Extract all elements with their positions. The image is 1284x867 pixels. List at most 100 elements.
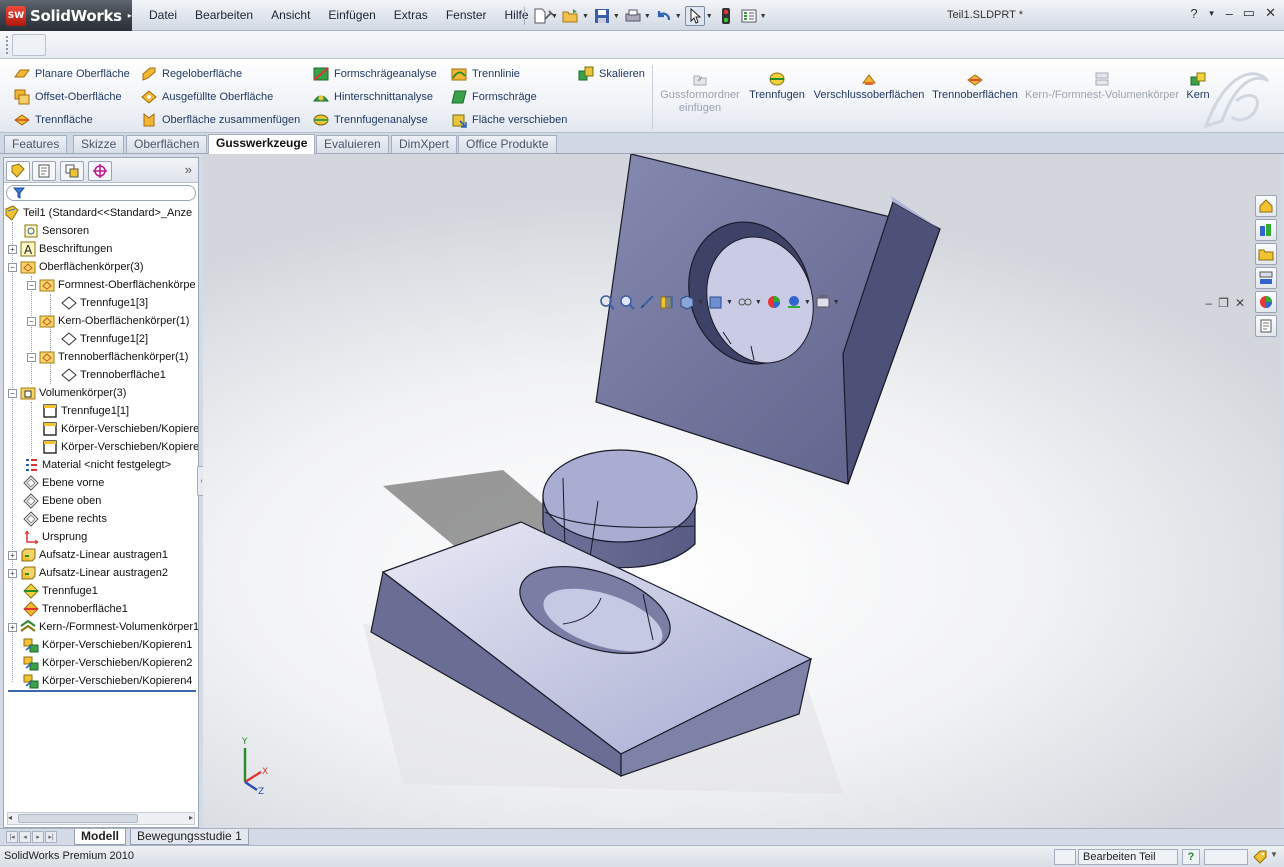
tree-node[interactable]: Trennoberfläche1 [23,600,128,618]
more-tabs-chevron-icon[interactable]: » [185,162,192,177]
rollback-bar[interactable] [8,690,196,692]
planar-surface-button[interactable]: Planare Oberfläche [14,64,130,84]
expand-plus-icon[interactable]: + [8,550,17,560]
previous-view-icon[interactable] [639,294,655,310]
help-icon[interactable]: ? [1190,6,1197,21]
viewport-close-icon[interactable]: ✕ [1235,296,1245,310]
menu-item-bearbeiten[interactable]: Bearbeiten [186,0,262,31]
chevron-down-icon[interactable]: ▼ [1208,9,1216,18]
tab-skizze[interactable]: Skizze [73,135,125,153]
solidworks-logo[interactable]: SW SolidWorks ▸ [0,0,132,31]
menu-item-ansicht[interactable]: Ansicht [262,0,319,31]
display-style-icon[interactable] [708,294,724,310]
chevron-down-icon[interactable]: ▼ [804,299,811,306]
previous-tab-icon[interactable]: ◂ [19,831,31,843]
insert-mold-folder-button[interactable]: Gussformordner einfügen [660,71,740,115]
menu-item-einfuegen[interactable]: Einfügen [319,0,384,31]
design-library-tab[interactable] [1255,219,1277,241]
next-tab-icon[interactable]: ▸ [32,831,44,843]
chevron-down-icon[interactable]: ▼ [697,299,704,306]
first-tab-icon[interactable]: |◂ [6,831,18,843]
split-surface-button[interactable]: Trennfläche [14,110,93,130]
chevron-down-icon[interactable]: ▼ [760,13,767,20]
select-cursor-icon[interactable] [684,6,705,26]
ruled-surface-button[interactable]: Regeloberfläche [141,64,242,84]
view-orientation-icon[interactable] [679,294,695,310]
tree-filter[interactable] [6,185,196,201]
tab-office-produkte[interactable]: Office Produkte [458,135,557,153]
collapse-minus-icon[interactable]: − [8,388,17,398]
tree-node[interactable]: − Trennoberflächenkörper(1) [27,348,188,366]
offset-surface-button[interactable]: Offset-Oberfläche [14,87,122,107]
filled-surface-button[interactable]: Ausgefüllte Oberfläche [141,87,273,107]
status-tag-icon[interactable] [1252,849,1268,867]
last-tab-icon[interactable]: ▸| [45,831,57,843]
open-folder-icon[interactable] [561,6,581,26]
print-icon[interactable] [623,6,643,26]
chevron-down-icon[interactable]: ▼ [755,299,762,306]
tab-modell[interactable]: Modell [74,829,126,845]
tree-node[interactable]: Ebene vorne [23,474,104,492]
tree-node[interactable]: Ebene rechts [23,510,107,528]
tab-dimxpert[interactable]: DimXpert [391,135,458,153]
scroll-right-icon[interactable]: ▸ [189,813,193,822]
shut-off-surfaces-button[interactable]: Verschlussoberflächen [814,71,924,102]
tree-node[interactable]: Trennfuge1 [23,582,98,600]
tree-node[interactable]: Trennfuge1[3] [61,294,148,312]
collapse-minus-icon[interactable]: − [27,352,36,362]
maximize-icon[interactable]: ▭ [1243,5,1255,21]
tree-node[interactable]: + Kern-/Formnest-Volumenkörper1 [8,618,198,636]
move-face-button[interactable]: Fläche verschieben [451,110,567,130]
chevron-down-icon[interactable]: ▼ [582,13,589,20]
options-icon[interactable] [739,6,759,26]
tree-node[interactable]: Körper-Verschieben/Kopiere [42,420,198,438]
tree-node[interactable]: Körper-Verschieben/Kopieren1 [23,636,192,654]
tab-features[interactable]: Features [4,135,68,153]
tree-node[interactable]: + A Beschriftungen [8,240,112,258]
configurationmanager-tab[interactable] [60,161,84,181]
chevron-down-icon[interactable]: ▼ [833,299,840,306]
scale-button[interactable]: Skalieren [578,64,645,84]
tree-node[interactable]: Sensoren [23,222,89,240]
graphics-area[interactable]: ▼ ▼ ▼ ▼ ▼ – ❐ ✕ Y X Z [203,154,1281,828]
file-explorer-tab[interactable] [1255,243,1277,265]
tree-node[interactable]: + Aufsatz-Linear austragen2 [8,564,168,582]
zoom-to-fit-icon[interactable] [599,294,615,310]
close-icon[interactable]: ✕ [1265,5,1276,21]
appearances-tab[interactable] [1255,291,1277,313]
split-line-button[interactable]: Trennlinie [451,64,520,84]
expand-plus-icon[interactable]: + [8,622,17,632]
parting-lines-button[interactable]: Trennfugen [746,71,808,102]
menu-item-fenster[interactable]: Fenster [437,0,496,31]
chevron-down-icon[interactable]: ▼ [706,13,713,20]
knit-surface-button[interactable]: Oberfläche zusammenfügen [141,110,300,130]
horizontal-scrollbar[interactable]: ◂ ▸ [7,812,195,825]
custom-properties-tab[interactable] [1255,315,1277,337]
save-icon[interactable] [592,6,612,26]
status-help-icon[interactable]: ? [1182,849,1200,865]
cavity-plate[interactable] [595,154,941,485]
parting-line-analysis-button[interactable]: Trennfugenanalyse [313,110,428,130]
minimize-icon[interactable]: – [1226,6,1233,21]
tree-node[interactable]: + Aufsatz-Linear austragen1 [8,546,168,564]
tree-node[interactable]: Trennfuge1[1] [42,402,129,420]
commandmanager-toggle[interactable] [12,34,46,56]
tooling-split-button[interactable]: Kern-/Formnest-Volumenkörper [1024,71,1180,102]
view-settings-icon[interactable] [815,294,831,310]
chevron-down-icon[interactable]: ▼ [1270,850,1278,859]
draft-button[interactable]: Formschräge [451,87,537,107]
viewport-restore-icon[interactable]: ❐ [1218,296,1229,310]
collapse-minus-icon[interactable]: − [8,262,17,272]
chevron-down-icon[interactable]: ▼ [613,13,620,20]
logo-menu-arrow-icon[interactable]: ▸ [128,11,132,20]
chevron-down-icon[interactable]: ▼ [644,13,651,20]
tree-node[interactable]: Körper-Verschieben/Kopieren4 [23,672,192,690]
tree-node[interactable]: Trennoberfläche1 [61,366,166,384]
tab-evaluieren[interactable]: Evaluieren [316,135,389,153]
tree-node[interactable]: Teil1 (Standard<<Standard>_Anze [4,204,192,222]
tree-node[interactable]: − Formnest-Oberflächenkörpe [27,276,196,294]
tree-node[interactable]: Ursprung [23,528,87,546]
tab-gusswerkzeuge[interactable]: Gusswerkzeuge [208,134,316,154]
viewport-minimize-icon[interactable]: – [1205,296,1212,310]
tree-node[interactable]: Material <nicht festgelegt> [23,456,171,474]
